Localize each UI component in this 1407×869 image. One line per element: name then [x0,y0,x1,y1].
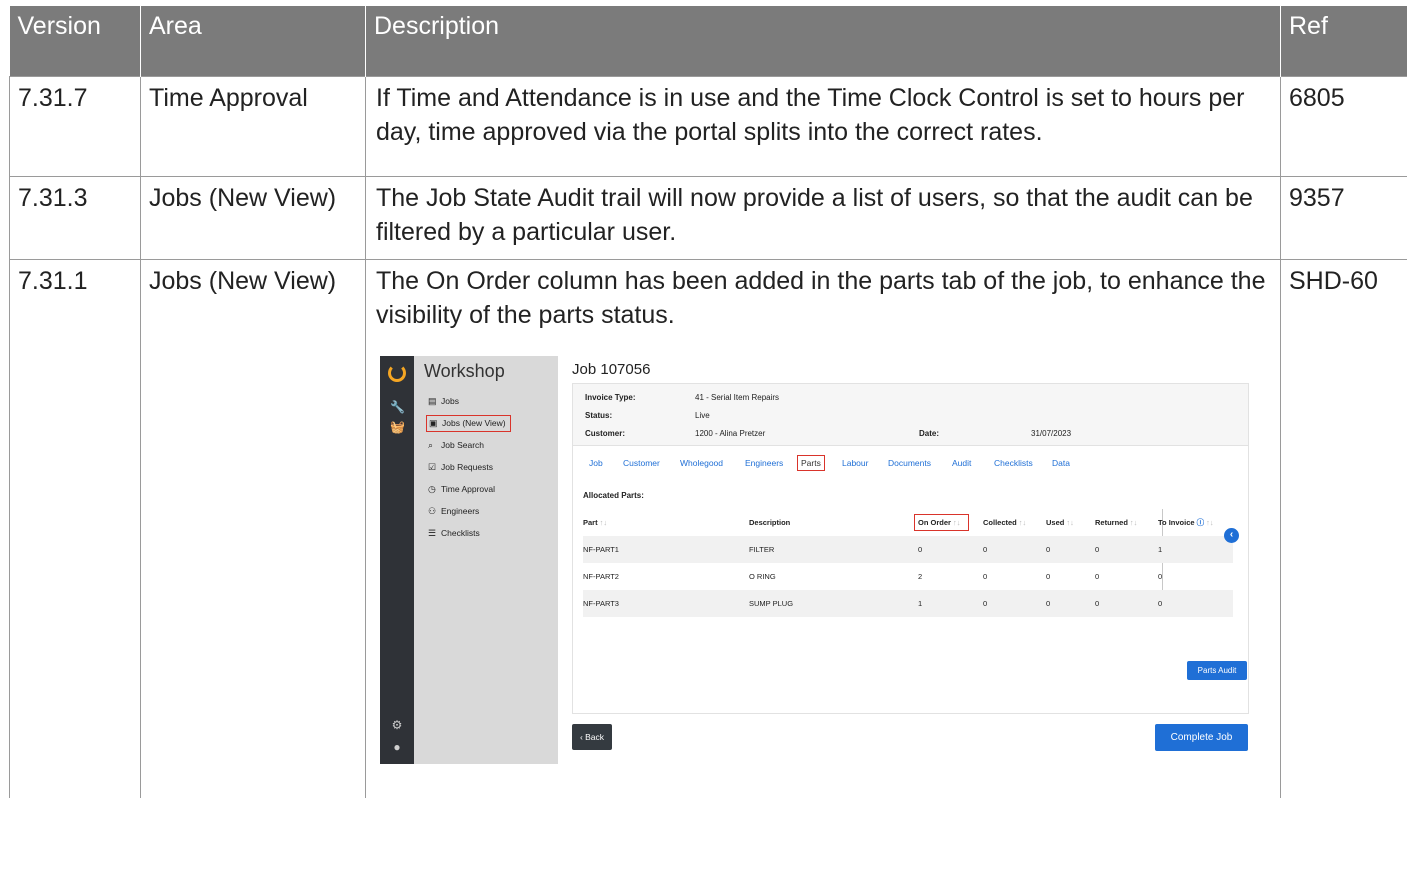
sort-icon: ↑↓ [1206,517,1214,527]
table-header-row: Version Area Description Ref [9,6,1407,76]
sidebar-menu: Workshop ▤ Jobs ▣ Jobs (New View) ⌕ Job Sea… [414,355,558,764]
allocated-parts-label: Allocated Parts: [583,490,644,500]
user-icon[interactable]: ● [390,740,404,754]
table-row[interactable]: NF-PART3 SUMP PLUG 1 0 0 0 0 [583,589,1233,617]
header-description: Description [365,6,1281,76]
board-icon: ▣ [429,417,438,428]
sidebar-item-job-requests[interactable]: ☑ Job Requests [426,460,493,477]
sort-icon: ↑↓ [1129,517,1138,527]
wrench-icon[interactable]: 🔧 [390,400,405,414]
tab-parts[interactable]: Parts [797,454,825,471]
table-row[interactable]: NF-PART1 FILTER 0 0 0 0 1 [583,535,1233,563]
sidebar-item-engineers[interactable]: ⚇ Engineers [426,504,479,521]
invoice-type-label: Invoice Type: [585,392,636,402]
sidebar-item-checklists[interactable]: ☰ Checklists [426,526,480,543]
sort-icon: ↑↓ [1018,517,1027,527]
tab-job[interactable]: Job [587,457,605,469]
tab-checklists[interactable]: Checklists [992,457,1035,469]
tab-wholegood[interactable]: Wholegood [678,457,725,469]
job-info-header: Invoice Type: 41 - Serial Item Repairs S… [573,383,1248,446]
area-cell: Jobs (New View) [140,258,366,798]
job-panel: Job 107056 Invoice Type: 41 - Serial Ite… [558,355,1250,788]
col-on-order[interactable]: On Order ↑↓ [918,509,960,536]
description-cell: The On Order column has been added in th… [365,258,1281,798]
status-value: Live [695,410,710,420]
tab-engineers[interactable]: Engineers [743,457,785,469]
sidebar-item-jobs[interactable]: ▤ Jobs [426,394,459,411]
checklist-icon: ☰ [428,527,437,538]
logo-icon [388,363,406,382]
date-label: Date: [919,428,940,438]
sort-icon: ↑↓ [1066,517,1074,527]
chevron-left-icon[interactable]: ‹ [1224,527,1239,543]
header-version: Version [9,6,141,76]
job-card: Invoice Type: 41 - Serial Item Repairs S… [572,382,1249,714]
col-returned[interactable]: Returned ↑↓ [1095,509,1137,536]
col-collected[interactable]: Collected ↑↓ [983,509,1026,536]
col-part[interactable]: Part ↑↓ [583,509,607,536]
tab-data[interactable]: Data [1050,457,1072,469]
invoice-type-value: 41 - Serial Item Repairs [695,392,780,402]
description-cell: If Time and Attendance is in use and the… [365,75,1281,177]
area-cell: Jobs (New View) [140,175,366,260]
app-title: Workshop [424,360,505,381]
embedded-screenshot: 🔧 🧺 ⚙ ● Workshop ▤ Jobs ▣ Jobs (New View) [380,355,1250,788]
clipboard-icon: ▤ [428,395,437,406]
description-text: The On Order column has been added in th… [376,266,1266,329]
ref-cell: SHD-60 [1280,258,1407,798]
tab-customer[interactable]: Customer [621,457,662,469]
tab-audit[interactable]: Audit [950,457,973,469]
area-cell: Time Approval [140,75,366,177]
table-row[interactable]: NF-PART2 O RING 2 0 0 0 0 [583,563,1233,590]
header-ref: Ref [1280,6,1407,76]
header-area: Area [140,6,366,76]
basket-icon[interactable]: 🧺 [390,420,405,434]
users-icon: ⚇ [428,505,437,516]
parts-audit-button[interactable]: Parts Audit [1187,660,1247,680]
sidebar-item-job-search[interactable]: ⌕ Job Search [426,438,484,455]
complete-job-button[interactable]: Complete Job [1155,723,1248,751]
description-cell: The Job State Audit trail will now provi… [365,175,1281,260]
sort-icon: ↑↓ [952,517,961,527]
col-used[interactable]: Used ↑↓ [1046,509,1074,536]
date-value: 31/07/2023 [1031,428,1072,438]
customer-value: 1200 - Alina Pretzer [695,428,766,438]
job-tabs: Job Customer Wholegood Engineers Parts L… [573,454,1248,474]
parts-header-row: Part ↑↓ Description On Order ↑↓ Collected ↑… [583,509,1233,536]
job-title: Job 107056 [572,360,651,378]
status-label: Status: [585,410,613,420]
sort-icon: ↑↓ [599,517,608,527]
ref-cell: 6805 [1280,75,1407,177]
customer-label: Customer: [585,428,626,438]
table-row: 7.31.1 Jobs (New View) The On Order colu… [9,258,1407,798]
release-notes-table: Version Area Description Ref 7.31.7 Time… [9,6,1407,798]
icon-rail: 🔧 🧺 ⚙ ● [380,355,414,764]
gear-icon[interactable]: ⚙ [390,718,404,732]
sidebar-item-time-approval[interactable]: ◷ Time Approval [426,482,495,499]
table-row: 7.31.3 Jobs (New View) The Job State Aud… [9,175,1407,260]
clock-icon: ◷ [428,483,436,494]
version-cell: 7.31.1 [9,258,141,798]
tab-documents[interactable]: Documents [886,457,933,469]
version-cell: 7.31.3 [9,175,141,260]
col-description[interactable]: Description [749,509,790,536]
tab-labour[interactable]: Labour [840,457,870,469]
col-to-invoice[interactable]: To Invoice ⓘ ↑↓ [1158,509,1214,536]
help-icon: ⓘ [1196,517,1205,527]
back-button[interactable]: ‹ Back [572,723,612,750]
version-cell: 7.31.7 [9,75,141,177]
ref-cell: 9357 [1280,175,1407,260]
search-icon: ⌕ [428,439,434,450]
sidebar-item-jobs-new-view[interactable]: ▣ Jobs (New View) [426,414,511,432]
clipboard-check-icon: ☑ [428,461,437,472]
table-row: 7.31.7 Time Approval If Time and Attenda… [9,75,1407,177]
